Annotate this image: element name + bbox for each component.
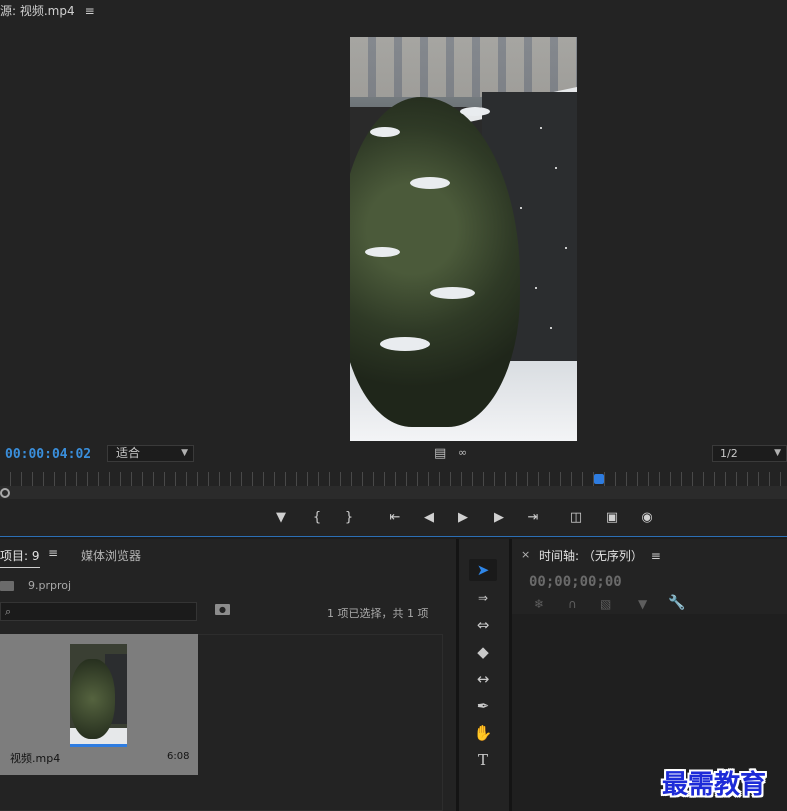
source-tab-label: 源: 视频.mp4 <box>0 4 75 18</box>
wrench-settings-icon[interactable]: 🔧 <box>668 595 685 611</box>
tab-media-browser[interactable]: 媒体浏览器 <box>81 547 141 564</box>
drag-audio-only-icon[interactable]: ∞ <box>458 446 467 459</box>
linked-selection-icon[interactable]: ▧ <box>600 597 611 611</box>
time-ruler[interactable] <box>0 472 787 486</box>
source-monitor-tab[interactable]: 源: 视频.mp4 ≡ <box>0 2 95 18</box>
play-icon[interactable]: ▶ <box>452 508 474 528</box>
playback-resolution-select[interactable]: 1/2 ▼ <box>712 445 787 462</box>
snowflake <box>540 127 542 129</box>
close-icon[interactable]: × <box>521 548 530 561</box>
snowflake <box>565 247 567 249</box>
chevron-down-icon: ▼ <box>181 448 188 458</box>
search-icon: ⌕ <box>5 605 12 618</box>
tab-timeline[interactable]: 时间轴: （无序列） ≡ <box>539 547 661 564</box>
mark-out-icon[interactable]: } <box>338 508 360 528</box>
zoom-fit-label: 适合 <box>116 446 141 460</box>
zoom-handle-icon[interactable] <box>0 488 10 498</box>
clip-tile[interactable]: 视频.mp4 6:08 <box>0 634 198 775</box>
track-select-tool-icon[interactable]: ⇒ <box>469 587 497 609</box>
add-marker-icon[interactable]: ▼ <box>638 597 647 611</box>
thumb-bush <box>70 659 115 739</box>
selection-tool-icon[interactable]: ➤ <box>469 559 497 581</box>
hand-tool-icon[interactable]: ✋ <box>469 722 497 744</box>
nest-sequence-icon[interactable]: ❄ <box>534 597 544 611</box>
slip-tool-icon[interactable]: ↔ <box>469 668 497 690</box>
panel-menu-icon[interactable]: ≡ <box>48 546 58 560</box>
panel-menu-icon[interactable]: ≡ <box>85 4 95 18</box>
project-panel: 项目: 9 ≡ 媒体浏览器 9.prproj ⌕ ● 1 项已选择，共 1 项 … <box>0 539 456 811</box>
export-frame-camera-icon[interactable]: ◉ <box>636 508 658 528</box>
source-monitor: 源: 视频.mp4 ≡ 00:00:04:02 适合 ▼ ▤ ∞ 1/2 ▼ ▼ … <box>0 0 787 537</box>
selection-count: 1 项已选择，共 1 项 <box>327 607 429 620</box>
panel-focus-divider <box>0 536 787 537</box>
clip-progress-bar <box>70 744 127 747</box>
mark-in-icon[interactable]: { <box>306 508 328 528</box>
snowflake <box>520 207 522 209</box>
snow-patch <box>380 337 430 351</box>
find-bin-icon[interactable]: ● <box>215 604 230 615</box>
step-back-icon[interactable]: ◀ <box>418 508 440 528</box>
clip-name: 视频.mp4 <box>10 752 61 765</box>
snow-patch <box>370 127 400 137</box>
bin-folder-icon <box>0 581 14 591</box>
snow-patch <box>460 107 490 116</box>
chevron-down-icon: ▼ <box>774 448 781 458</box>
drag-video-only-icon[interactable]: ▤ <box>434 446 446 461</box>
go-to-out-icon[interactable]: ⇥ <box>522 508 544 528</box>
pen-tool-icon[interactable]: ✒ <box>469 695 497 717</box>
snowflake <box>550 327 552 329</box>
add-marker-icon[interactable]: ▼ <box>270 508 292 528</box>
go-to-in-icon[interactable]: ⇤ <box>384 508 406 528</box>
source-timecode[interactable]: 00:00:04:02 <box>5 447 91 462</box>
clip-thumbnail <box>70 644 127 746</box>
overwrite-icon[interactable]: ▣ <box>601 508 623 528</box>
timeline-title: 时间轴: （无序列） <box>539 549 643 563</box>
snap-magnet-icon[interactable]: ∩ <box>568 597 577 611</box>
ripple-edit-tool-icon[interactable]: ⇔ <box>469 614 497 636</box>
video-building <box>350 37 577 97</box>
razor-tool-icon[interactable]: ◆ <box>469 641 497 663</box>
clip-duration: 6:08 <box>167 751 190 762</box>
snow-patch <box>430 287 475 299</box>
tab-project[interactable]: 项目: 9 <box>0 547 40 568</box>
insert-icon[interactable]: ◫ <box>565 508 587 528</box>
panel-menu-icon[interactable]: ≡ <box>651 549 661 563</box>
watermark-logo: 最需教育 <box>662 770 767 800</box>
scrub-bar[interactable] <box>0 486 787 499</box>
step-forward-icon[interactable]: ▶ <box>488 508 510 528</box>
project-search-input[interactable]: ⌕ <box>0 602 197 621</box>
video-preview[interactable] <box>350 37 577 441</box>
snow-patch <box>365 247 400 257</box>
snowflake <box>535 287 537 289</box>
playback-resolution-label: 1/2 <box>720 447 738 460</box>
snowflake <box>555 167 557 169</box>
snow-patch <box>410 177 450 189</box>
zoom-fit-select[interactable]: 适合 ▼ <box>107 445 194 462</box>
type-tool-icon[interactable]: T <box>469 749 497 771</box>
project-filename: 9.prproj <box>28 579 72 592</box>
tools-panel: ➤ ⇒ ⇔ ◆ ↔ ✒ ✋ T <box>459 539 509 811</box>
playhead-icon[interactable] <box>594 474 604 484</box>
timeline-timecode[interactable]: 00;00;00;00 <box>529 574 622 590</box>
